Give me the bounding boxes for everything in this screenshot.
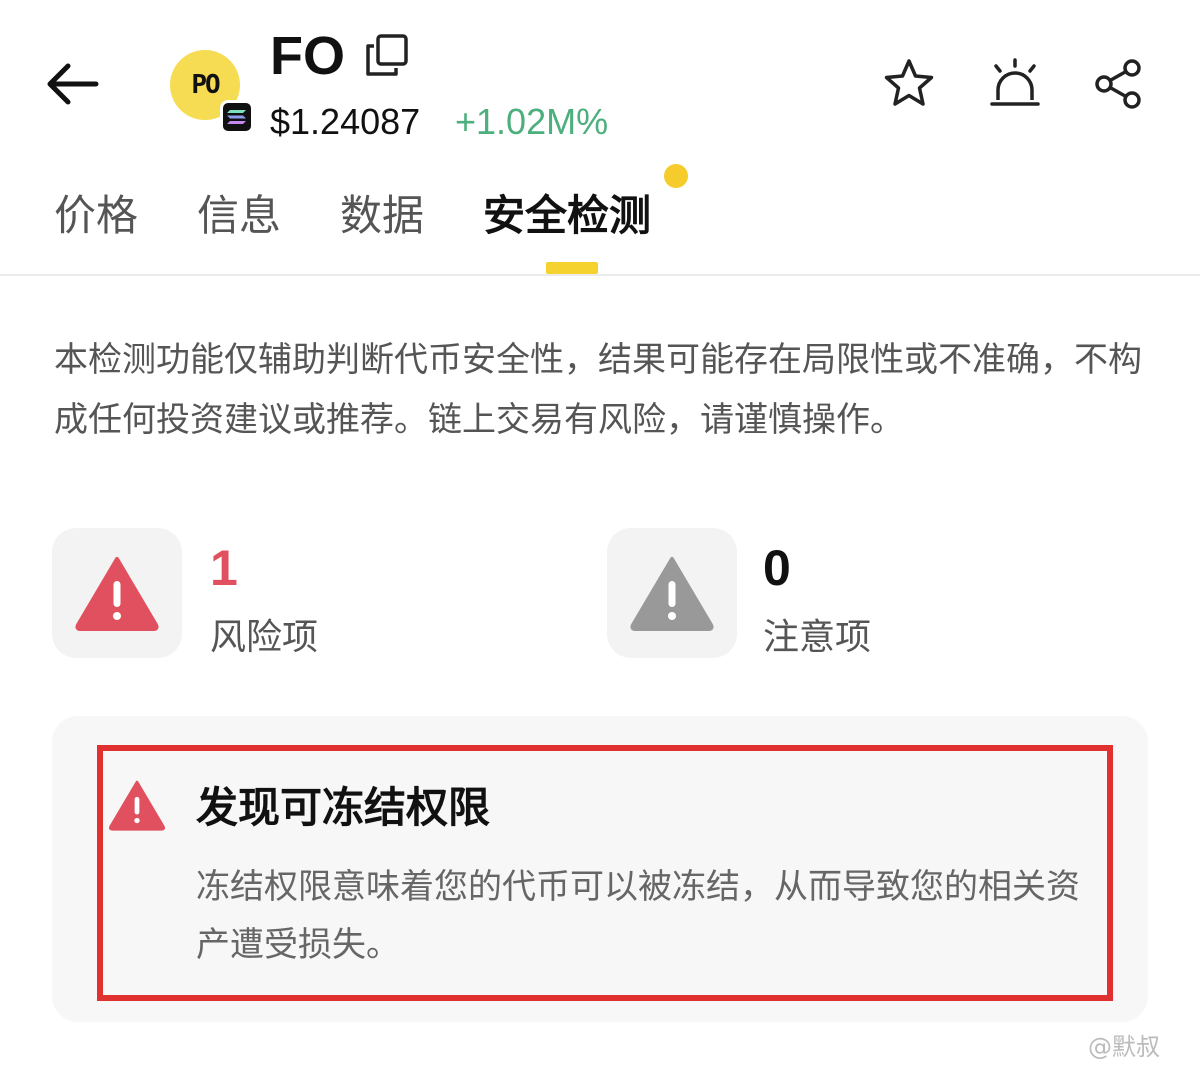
token-logo-text: PO [191, 70, 220, 100]
price-change: +1.02M% [455, 101, 609, 142]
active-tab-indicator [546, 262, 598, 274]
tab-security-check[interactable]: 安全检测 [483, 188, 651, 244]
favorite-button[interactable] [880, 56, 938, 112]
warning-triangle-icon [75, 557, 159, 631]
token-price: $1.24087 [270, 101, 421, 142]
solana-icon [220, 100, 254, 134]
share-button[interactable] [1090, 56, 1148, 112]
arrow-left-icon [47, 63, 99, 105]
price-alert-button[interactable] [986, 56, 1044, 112]
alert-title: 发现可冻结权限 [196, 783, 491, 832]
tab-bar: 价格 信息 数据 安全检测 [0, 164, 1200, 276]
new-indicator-dot [664, 164, 688, 188]
disclaimer-text: 本检测功能仅辅助判断代币安全性，结果可能存在局限性或不准确，不构成任何投资建议或… [54, 340, 1142, 440]
risk-count: 1 [210, 540, 238, 596]
caution-icon-box [607, 528, 737, 658]
caution-label: 注意项 [763, 617, 872, 658]
tab-data[interactable]: 数据 [340, 188, 424, 244]
risk-icon-box [52, 528, 182, 658]
alert-description: 冻结权限意味着您的代币可以被冻结，从而导致您的相关资产遭受损失。 [196, 867, 1080, 965]
watermark: @默叔 [1088, 1033, 1160, 1061]
risk-label: 风险项 [210, 617, 319, 658]
alarm-icon [990, 58, 1040, 106]
copy-button[interactable] [364, 32, 410, 78]
tab-info[interactable]: 信息 [197, 188, 281, 244]
caution-count: 0 [763, 540, 791, 596]
token-symbol: FO [270, 26, 345, 86]
star-icon [884, 59, 934, 106]
back-button[interactable] [40, 58, 102, 110]
warning-triangle-icon [108, 778, 166, 832]
tab-price[interactable]: 价格 [54, 188, 138, 244]
copy-icon [366, 34, 408, 76]
warning-triangle-icon [630, 557, 714, 631]
share-icon [1095, 59, 1141, 109]
